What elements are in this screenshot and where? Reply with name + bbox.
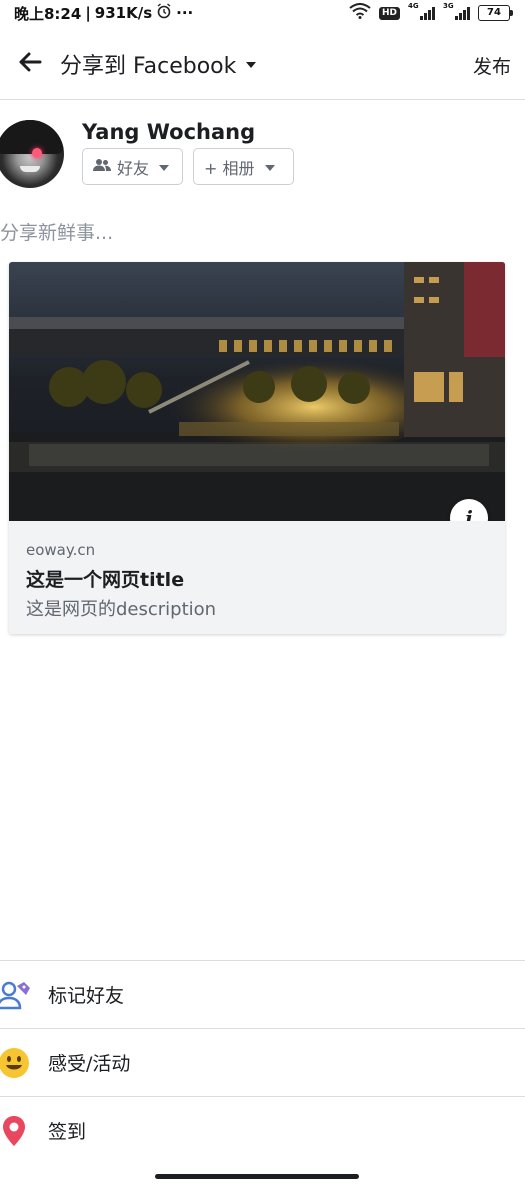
composer-actions: 标记好友 感受/活动 签到: [0, 960, 525, 1164]
author-name: Yang Wochang: [82, 120, 256, 144]
battery-icon: 74: [478, 5, 513, 21]
link-preview-text: eoway.cn 这是一个网页title 这是网页的description: [9, 521, 505, 621]
status-right: HD 4G 3G 74: [349, 2, 513, 23]
link-preview-card[interactable]: i eoway.cn 这是一个网页title 这是网页的description: [9, 262, 505, 634]
signal-3g-label: 3G: [443, 2, 454, 10]
page-title: 分享到 Facebook: [60, 53, 237, 79]
action-label: 签到: [48, 1121, 87, 1143]
audience-selector[interactable]: 好友: [82, 148, 183, 185]
status-more: ···: [176, 4, 194, 22]
feeling-smiley-icon: [0, 1029, 34, 1097]
action-label: 标记好友: [48, 985, 125, 1007]
status-bar: 晚上8:24 | 931K/s ··· HD 4G 3G 74: [0, 0, 525, 26]
friends-icon: [93, 157, 111, 176]
status-separator: |: [85, 4, 91, 22]
back-button[interactable]: [0, 28, 60, 100]
album-selector[interactable]: + 相册: [193, 148, 294, 185]
hd-badge: HD: [378, 6, 400, 20]
alarm-icon: [156, 3, 172, 23]
audience-label: 好友: [117, 158, 150, 178]
action-label: 感受/活动: [48, 1053, 131, 1075]
link-preview-image: i: [9, 262, 505, 521]
battery-level: 74: [478, 5, 510, 21]
home-indicator[interactable]: [155, 1174, 359, 1179]
link-title: 这是一个网页title: [26, 569, 185, 591]
chevron-down-icon: [264, 164, 275, 171]
album-label: + 相册: [204, 158, 255, 178]
app-bar: 分享到 Facebook 发布: [0, 28, 525, 100]
feeling-activity-action[interactable]: 感受/活动: [0, 1028, 525, 1096]
tag-friends-action[interactable]: 标记好友: [0, 960, 525, 1028]
tag-friends-icon: [0, 961, 34, 1029]
link-description: 这是网页的description: [26, 599, 217, 620]
status-time: 晚上8:24: [14, 4, 82, 23]
chevron-down-icon: [159, 164, 170, 171]
post-text-input[interactable]: 分享新鲜事...: [0, 218, 113, 245]
share-destination-dropdown[interactable]: 分享到 Facebook: [60, 48, 257, 80]
chevron-down-icon: [246, 61, 257, 68]
back-arrow-icon: [18, 52, 42, 76]
location-pin-icon: [0, 1097, 34, 1165]
wifi-icon: [349, 3, 371, 23]
avatar: [0, 120, 64, 188]
link-domain: eoway.cn: [26, 541, 96, 559]
status-left: 晚上8:24 | 931K/s ···: [14, 3, 193, 24]
signal-3g-icon: 3G: [443, 2, 470, 20]
check-in-action[interactable]: 签到: [0, 1096, 525, 1164]
signal-4g-label: 4G: [408, 2, 419, 10]
signal-4g-icon: 4G: [408, 2, 435, 20]
publish-button[interactable]: 发布: [473, 52, 511, 79]
status-speed: 931K/s: [94, 4, 153, 22]
